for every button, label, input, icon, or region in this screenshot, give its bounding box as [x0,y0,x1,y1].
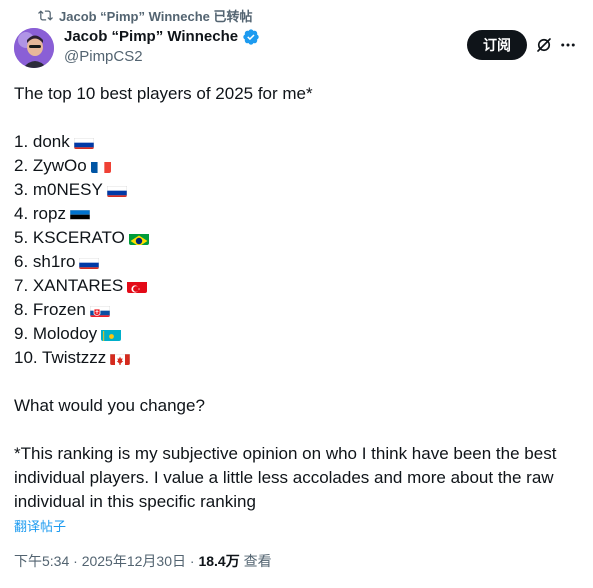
turkey-flag-icon [127,279,148,293]
player-label: 9. Molodoy [14,324,98,343]
tweet-question: What would you change? [14,396,205,415]
list-item: 5. KSCERATO [14,226,579,250]
meta-separator: · [189,553,195,569]
player-label: 4. ropz [14,204,66,223]
verified-badge-icon [243,29,259,45]
player-label: 5. KSCERATO [14,228,125,247]
views-label: 查看 [243,553,272,569]
brazil-flag-icon [128,231,149,245]
tweet-note: *This ranking is my subjective opinion o… [14,444,557,511]
list-item: 7. XANTARES [14,274,579,298]
russia-flag-icon [73,135,94,149]
list-item: 4. ropz [14,202,579,226]
repost-label: Jacob “Pimp” Winneche 已转帖 [59,9,253,24]
player-label: 6. sh1ro [14,252,76,271]
post-date[interactable]: 2025年12月30日 [82,553,186,569]
repost-indicator[interactable]: Jacob “Pimp” Winneche 已转帖 [38,6,252,25]
player-label: 8. Frozen [14,300,86,319]
tweet-text: The top 10 best players of 2025 for me* … [14,82,579,514]
translate-post-link[interactable]: 翻译帖子 [14,516,66,535]
player-label: 10. Twistzzz [14,348,107,367]
more-options-icon[interactable] [559,36,577,54]
kazakhstan-flag-icon [101,327,122,341]
player-label: 7. XANTARES [14,276,124,295]
list-item: 1. donk [14,130,579,154]
slovakia-flag-icon [89,303,110,317]
tweet-header: Jacob “Pimp” Winneche @PimpCS2 订阅 [14,28,579,68]
player-label: 3. m0NESY [14,180,103,199]
author-names: Jacob “Pimp” Winneche @PimpCS2 [64,28,260,67]
canada-flag-icon [110,351,131,365]
repost-icon [38,10,53,21]
france-flag-icon [90,159,111,173]
player-label: 2. ZywOo [14,156,87,175]
author-handle[interactable]: @PimpCS2 [64,47,260,67]
russia-flag-icon [79,255,100,269]
meta-separator: · [73,553,78,569]
tweet-intro: The top 10 best players of 2025 for me* [14,84,313,103]
tweet: Jacob “Pimp” Winneche 已转帖 Jacob “Pimp” W… [0,0,593,588]
list-item: 2. ZywOo [14,154,579,178]
player-label: 1. donk [14,132,70,151]
grok-icon[interactable] [535,36,553,54]
avatar[interactable] [14,28,54,68]
estonia-flag-icon [69,207,90,221]
list-item: 3. m0NESY [14,178,579,202]
subscribe-button[interactable]: 订阅 [467,30,527,60]
russia-flag-icon [106,183,127,197]
list-item: 8. Frozen [14,298,579,322]
author-name[interactable]: Jacob “Pimp” Winneche [64,28,238,46]
view-count: 18.4万 [198,553,240,569]
list-item: 6. sh1ro [14,250,579,274]
list-item: 10. Twistzzz [14,346,579,370]
tweet-meta: 下午5:34 · 2025年12月30日 · 18.4万 查看 [14,551,272,571]
post-time[interactable]: 下午5:34 [14,553,69,569]
list-item: 9. Molodoy [14,322,579,346]
author-name-row[interactable]: Jacob “Pimp” Winneche [64,28,260,46]
